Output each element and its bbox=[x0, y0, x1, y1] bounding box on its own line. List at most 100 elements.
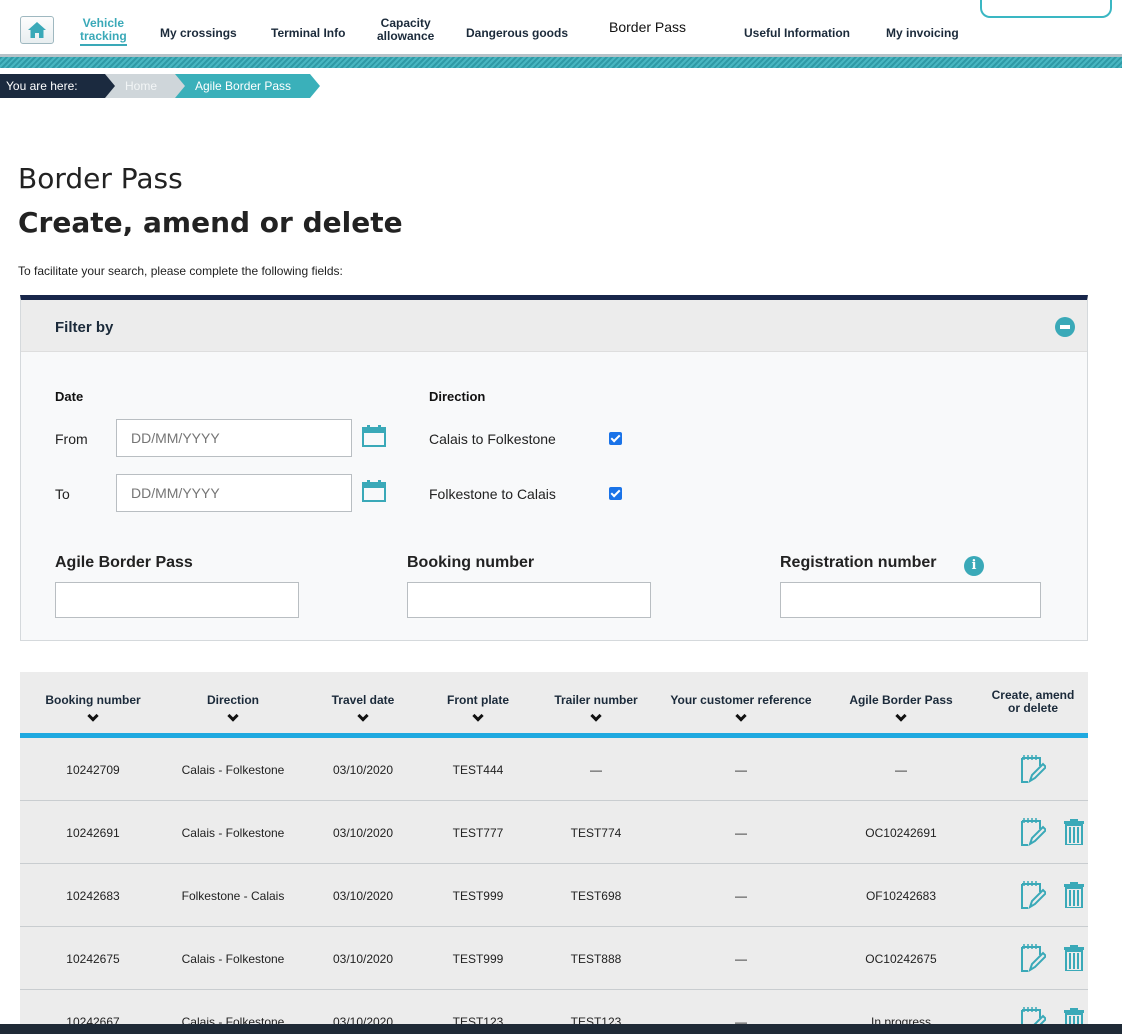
account-tab[interactable] bbox=[980, 0, 1112, 18]
direction-folkestone-calais-label: Folkestone to Calais bbox=[429, 486, 556, 502]
header-label: Booking number bbox=[45, 693, 141, 707]
cell-booking: 10242683 bbox=[66, 889, 120, 903]
header-label: Agile Border Pass bbox=[849, 693, 953, 707]
sort-trailer-number[interactable]: Trailer number bbox=[546, 693, 646, 722]
nav-divider bbox=[0, 54, 1122, 68]
taskbar bbox=[0, 1024, 1122, 1034]
header-label: Trailer number bbox=[554, 693, 638, 707]
direction-calais-folkestone-label: Calais to Folkestone bbox=[429, 431, 556, 447]
direction-folkestone-calais-checkbox[interactable] bbox=[609, 487, 622, 500]
cell-direction: Calais - Folkestone bbox=[181, 952, 285, 966]
booking-number-input[interactable] bbox=[407, 582, 651, 618]
cell-pass: — bbox=[895, 763, 907, 777]
cell-booking: 10242709 bbox=[66, 763, 120, 777]
nav-useful-information[interactable]: Useful Information bbox=[744, 27, 850, 40]
edit-icon[interactable] bbox=[1020, 943, 1048, 973]
cell-front: TEST444 bbox=[452, 763, 504, 777]
edit-icon[interactable] bbox=[1020, 754, 1048, 784]
header-actions: Create, amend or delete bbox=[991, 688, 1075, 715]
sort-direction[interactable]: Direction bbox=[168, 693, 298, 722]
page-title: Border Pass bbox=[18, 162, 183, 195]
page-subtitle: Create, amend or delete bbox=[18, 206, 403, 239]
chevron-down-icon bbox=[227, 710, 239, 722]
trash-icon[interactable] bbox=[1064, 819, 1084, 846]
nav-my-invoicing[interactable]: My invoicing bbox=[886, 27, 959, 40]
from-date-input[interactable] bbox=[116, 419, 352, 457]
nav-vehicle-tracking-label: Vehicle tracking bbox=[80, 17, 127, 46]
date-label: Date bbox=[55, 389, 84, 404]
page-intro: To facilitate your search, please comple… bbox=[18, 264, 343, 278]
home-button[interactable] bbox=[20, 16, 54, 44]
cell-date: 03/10/2020 bbox=[332, 952, 394, 966]
table-row: 10242683 Folkestone - Calais 03/10/2020 TES… bbox=[20, 864, 1088, 927]
chevron-down-icon bbox=[590, 710, 602, 722]
edit-icon[interactable] bbox=[1020, 817, 1048, 847]
calendar-icon[interactable] bbox=[362, 425, 386, 447]
nav-my-crossings[interactable]: My crossings bbox=[160, 27, 237, 40]
cell-date: 03/10/2020 bbox=[332, 826, 394, 840]
cell-pass: OF10242683 bbox=[865, 889, 937, 903]
header-label: Your customer reference bbox=[670, 693, 812, 707]
header-label: Direction bbox=[206, 693, 259, 707]
trash-icon[interactable] bbox=[1064, 882, 1084, 909]
chevron-down-icon bbox=[895, 710, 907, 722]
table-body: 10242709 Calais - Folkestone 03/10/2020 TES… bbox=[20, 738, 1088, 1034]
sort-booking-number[interactable]: Booking number bbox=[34, 693, 152, 722]
chevron-down-icon bbox=[87, 710, 99, 722]
header-label: Front plate bbox=[447, 693, 509, 707]
cell-booking: 10242675 bbox=[66, 952, 120, 966]
results-table: Booking number Direction Travel date Fro… bbox=[20, 672, 1088, 1034]
cell-front: TEST777 bbox=[452, 826, 504, 840]
chevron-down-icon bbox=[357, 710, 369, 722]
nav-capacity-allowance[interactable]: Capacity allowance bbox=[377, 17, 434, 43]
filter-title: Filter by bbox=[55, 319, 114, 336]
cell-direction: Calais - Folkestone bbox=[181, 826, 285, 840]
nav-dangerous-goods[interactable]: Dangerous goods bbox=[466, 27, 568, 40]
cell-trailer: — bbox=[590, 763, 602, 777]
to-label: To bbox=[55, 486, 70, 502]
booking-number-label: Booking number bbox=[407, 554, 535, 571]
to-date-input[interactable] bbox=[116, 474, 352, 512]
agile-border-pass-label: Agile Border Pass bbox=[55, 554, 193, 571]
nav-border-pass[interactable]: Border Pass bbox=[609, 20, 686, 34]
breadcrumb: You are here: Home Agile Border Pass bbox=[0, 74, 320, 98]
home-icon bbox=[28, 22, 46, 38]
breadcrumb-prefix: You are here: bbox=[0, 74, 115, 98]
table-row: 10242691 Calais - Folkestone 03/10/2020 TES… bbox=[20, 801, 1088, 864]
sort-agile-border-pass[interactable]: Agile Border Pass bbox=[836, 693, 966, 722]
cell-direction: Folkestone - Calais bbox=[181, 889, 285, 903]
cell-pass: OC10242675 bbox=[865, 952, 937, 966]
direction-label: Direction bbox=[429, 389, 486, 404]
cell-front: TEST999 bbox=[452, 952, 504, 966]
from-label: From bbox=[55, 431, 88, 447]
chevron-down-icon bbox=[735, 710, 747, 722]
agile-border-pass-input[interactable] bbox=[55, 582, 299, 618]
nav-terminal-info[interactable]: Terminal Info bbox=[271, 27, 345, 40]
registration-number-input[interactable] bbox=[780, 582, 1041, 618]
cell-ref: — bbox=[735, 763, 747, 777]
info-icon[interactable]: i bbox=[964, 556, 984, 576]
registration-number-label: Registration number bbox=[780, 554, 937, 571]
cell-front: TEST999 bbox=[452, 889, 504, 903]
cell-trailer: TEST888 bbox=[570, 952, 622, 966]
header-label: Travel date bbox=[331, 693, 395, 707]
cell-ref: — bbox=[735, 952, 747, 966]
sort-front-plate[interactable]: Front plate bbox=[432, 693, 524, 722]
edit-icon[interactable] bbox=[1020, 880, 1048, 910]
table-row: 10242709 Calais - Folkestone 03/10/2020 TES… bbox=[20, 738, 1088, 801]
cell-pass: OC10242691 bbox=[865, 826, 937, 840]
nav-vehicle-tracking[interactable]: Vehicle tracking bbox=[80, 17, 127, 46]
sort-travel-date[interactable]: Travel date bbox=[318, 693, 408, 722]
collapse-icon[interactable] bbox=[1055, 317, 1075, 337]
sort-customer-reference[interactable]: Your customer reference bbox=[660, 693, 822, 722]
chevron-down-icon bbox=[472, 710, 484, 722]
calendar-icon[interactable] bbox=[362, 480, 386, 502]
filter-panel: Filter by Date From To Direction Calais … bbox=[20, 295, 1088, 641]
table-header: Booking number Direction Travel date Fro… bbox=[20, 672, 1088, 738]
breadcrumb-home[interactable]: Home bbox=[105, 74, 185, 98]
direction-calais-folkestone-checkbox[interactable] bbox=[609, 432, 622, 445]
filter-header[interactable]: Filter by bbox=[21, 300, 1087, 352]
cell-date: 03/10/2020 bbox=[332, 889, 394, 903]
cell-direction: Calais - Folkestone bbox=[181, 763, 285, 777]
trash-icon[interactable] bbox=[1064, 945, 1084, 972]
